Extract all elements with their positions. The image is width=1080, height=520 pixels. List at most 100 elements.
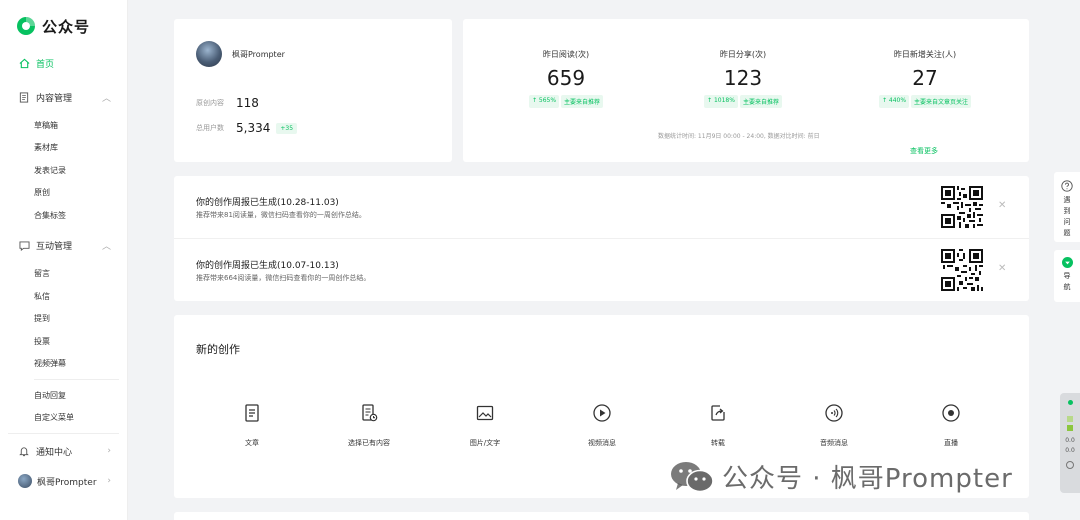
sidebar-item-drafts[interactable]: 草稿箱	[0, 114, 127, 137]
create-label: 音频消息	[820, 439, 848, 447]
chevron-up-icon: ︿	[101, 242, 111, 252]
watermark-text: 公众号 · 枫哥Prompter	[722, 464, 1013, 494]
bar-icon	[1067, 416, 1073, 422]
create-label: 转载	[711, 439, 725, 447]
create-audio-button[interactable]: 音频消息	[794, 403, 874, 448]
section-title: 新的创作	[196, 343, 240, 356]
report-desc: 推荐带来81阅读量，微信扫码查看你的一周创作总结。	[196, 211, 366, 219]
sidebar-divider	[34, 379, 119, 380]
metric-label: 原创内容	[196, 99, 224, 107]
stat-source-badge: 主要来自推荐	[739, 95, 782, 108]
live-icon	[942, 404, 960, 422]
panel-value: 0.0	[1065, 437, 1075, 444]
chevron-right-icon: ›	[107, 446, 111, 456]
avatar[interactable]	[196, 41, 222, 67]
close-icon[interactable]: ✕	[998, 263, 1006, 274]
view-more-link[interactable]: 查看更多	[910, 146, 938, 156]
report-desc: 推荐带来664阅读量，微信扫码查看你的一周创作总结。	[196, 274, 371, 282]
create-article-button[interactable]: 文章	[212, 403, 292, 448]
sidebar-item-publish-records[interactable]: 发表记录	[0, 159, 127, 182]
watermark: 公众号 · 枫哥Prompter	[670, 458, 1013, 495]
qr-code-icon	[941, 249, 983, 291]
stat-source-badge: 主要来自文章页关注	[911, 95, 972, 108]
profile-card: 枫哥Prompter 原创内容 118 总用户数 5,334 +35	[174, 19, 452, 162]
help-button[interactable]: 遇 到 问 题	[1054, 172, 1080, 242]
stat-source-badge: 主要来自推荐	[561, 95, 604, 108]
stat-change-badge: ↑ 565%	[528, 95, 560, 108]
total-users-metric: 总用户数 5,334 +35	[196, 121, 298, 135]
sidebar-divider	[8, 433, 119, 434]
stat-label: 昨日阅读(次)	[542, 50, 590, 59]
sidebar-item-comments[interactable]: 留言	[0, 263, 127, 286]
sidebar: 公众号 首页 内容管理 ︿ 草稿箱 素材库 发表记录 原创 合集标签 互动管理 …	[0, 0, 128, 520]
settings-icon	[1066, 461, 1074, 469]
play-circle-icon	[593, 404, 611, 422]
navigation-button[interactable]: 导 航	[1054, 250, 1080, 302]
panel-value: 0.0	[1065, 447, 1075, 454]
stat-value: 27	[912, 66, 938, 90]
create-label: 文章	[245, 439, 259, 447]
sidebar-item-account[interactable]: 枫哥Prompter ›	[0, 468, 127, 494]
sidebar-item-messages[interactable]: 私信	[0, 285, 127, 308]
report-item: 你的创作周报已生成(10.28-11.03) 推荐带来81阅读量，微信扫码查看你…	[174, 176, 1029, 238]
nav-label-char: 航	[1063, 283, 1071, 291]
select-content-icon	[362, 404, 378, 422]
help-label-char: 问	[1063, 218, 1071, 226]
sidebar-item-video-danmaku[interactable]: 视频弹幕	[0, 353, 127, 376]
close-icon[interactable]: ✕	[998, 200, 1006, 211]
metric-value: 5,334	[236, 121, 271, 135]
stat-reads: 昨日阅读(次) 659 ↑ 565% 主要来自推荐	[486, 49, 646, 108]
article-icon	[245, 404, 259, 422]
create-repost-button[interactable]: 转载	[678, 403, 758, 448]
stat-change-badge: ↑ 1018%	[704, 95, 738, 108]
create-label: 直播	[944, 439, 958, 447]
original-content-metric: 原创内容 118	[196, 96, 259, 110]
home-icon	[18, 57, 30, 69]
report-item: 你的创作周报已生成(10.07-10.13) 推荐带来664阅读量，微信扫码查看…	[174, 238, 1029, 300]
image-icon	[476, 405, 494, 421]
sidebar-item-collection-tags[interactable]: 合集标签	[0, 204, 127, 227]
sidebar-item-custom-menu[interactable]: 自定义菜单	[0, 407, 127, 430]
stat-new-followers: 昨日新增关注(人) 27 ↑ 440% 主要来自文章页关注	[845, 49, 1005, 108]
create-video-button[interactable]: 视频消息	[562, 403, 642, 448]
nav-label-char: 导	[1063, 272, 1071, 280]
status-dot-icon	[1067, 400, 1073, 405]
sidebar-item-notifications[interactable]: 通知中心 ›	[0, 438, 127, 464]
stat-value: 659	[546, 66, 586, 90]
report-title: 你的创作周报已生成(10.07-10.13)	[196, 261, 339, 271]
sidebar-item-original[interactable]: 原创	[0, 182, 127, 205]
app-title: 公众号	[42, 17, 91, 36]
bell-icon	[18, 445, 30, 457]
stats-card: 昨日阅读(次) 659 ↑ 565% 主要来自推荐 昨日分享(次) 123 ↑ …	[463, 19, 1029, 162]
help-label-char: 遇	[1063, 196, 1071, 204]
sidebar-item-label: 通知中心	[36, 447, 73, 458]
chevron-up-icon: ︿	[101, 93, 111, 104]
create-label: 图片/文字	[469, 439, 501, 447]
sidebar-item-mentions[interactable]: 提到	[0, 308, 127, 331]
sidebar-item-home[interactable]: 首页	[0, 50, 127, 76]
sidebar-group-label: 互动管理	[36, 242, 73, 252]
audio-icon	[825, 404, 843, 422]
select-existing-button[interactable]: 选择已有内容	[329, 403, 409, 448]
help-label-char: 题	[1063, 229, 1071, 237]
qr-code-icon	[941, 186, 983, 228]
sidebar-item-auto-reply[interactable]: 自动回复	[0, 384, 127, 407]
users-delta-badge: +35	[276, 122, 298, 134]
help-label-char: 到	[1063, 207, 1071, 215]
stat-label: 昨日分享(次)	[719, 50, 767, 59]
sidebar-item-votes[interactable]: 投票	[0, 330, 127, 353]
create-image-text-button[interactable]: 图片/文字	[445, 403, 525, 448]
stat-value: 123	[723, 66, 763, 90]
chevron-right-icon: ›	[107, 476, 111, 486]
repost-icon	[711, 405, 725, 421]
report-title: 你的创作周报已生成(10.28-11.03)	[196, 198, 339, 208]
bottom-card	[174, 512, 1029, 520]
sidebar-group-content[interactable]: 内容管理 ︿	[0, 84, 127, 110]
chat-icon	[18, 240, 30, 252]
wechat-official-logo-icon	[17, 17, 35, 35]
create-live-button[interactable]: 直播	[911, 403, 991, 448]
floating-monitor-panel[interactable]: 0.0 0.0	[1060, 393, 1080, 493]
app-logo[interactable]: 公众号	[0, 0, 127, 52]
sidebar-item-materials[interactable]: 素材库	[0, 137, 127, 160]
sidebar-group-interaction[interactable]: 互动管理 ︿	[0, 233, 127, 259]
